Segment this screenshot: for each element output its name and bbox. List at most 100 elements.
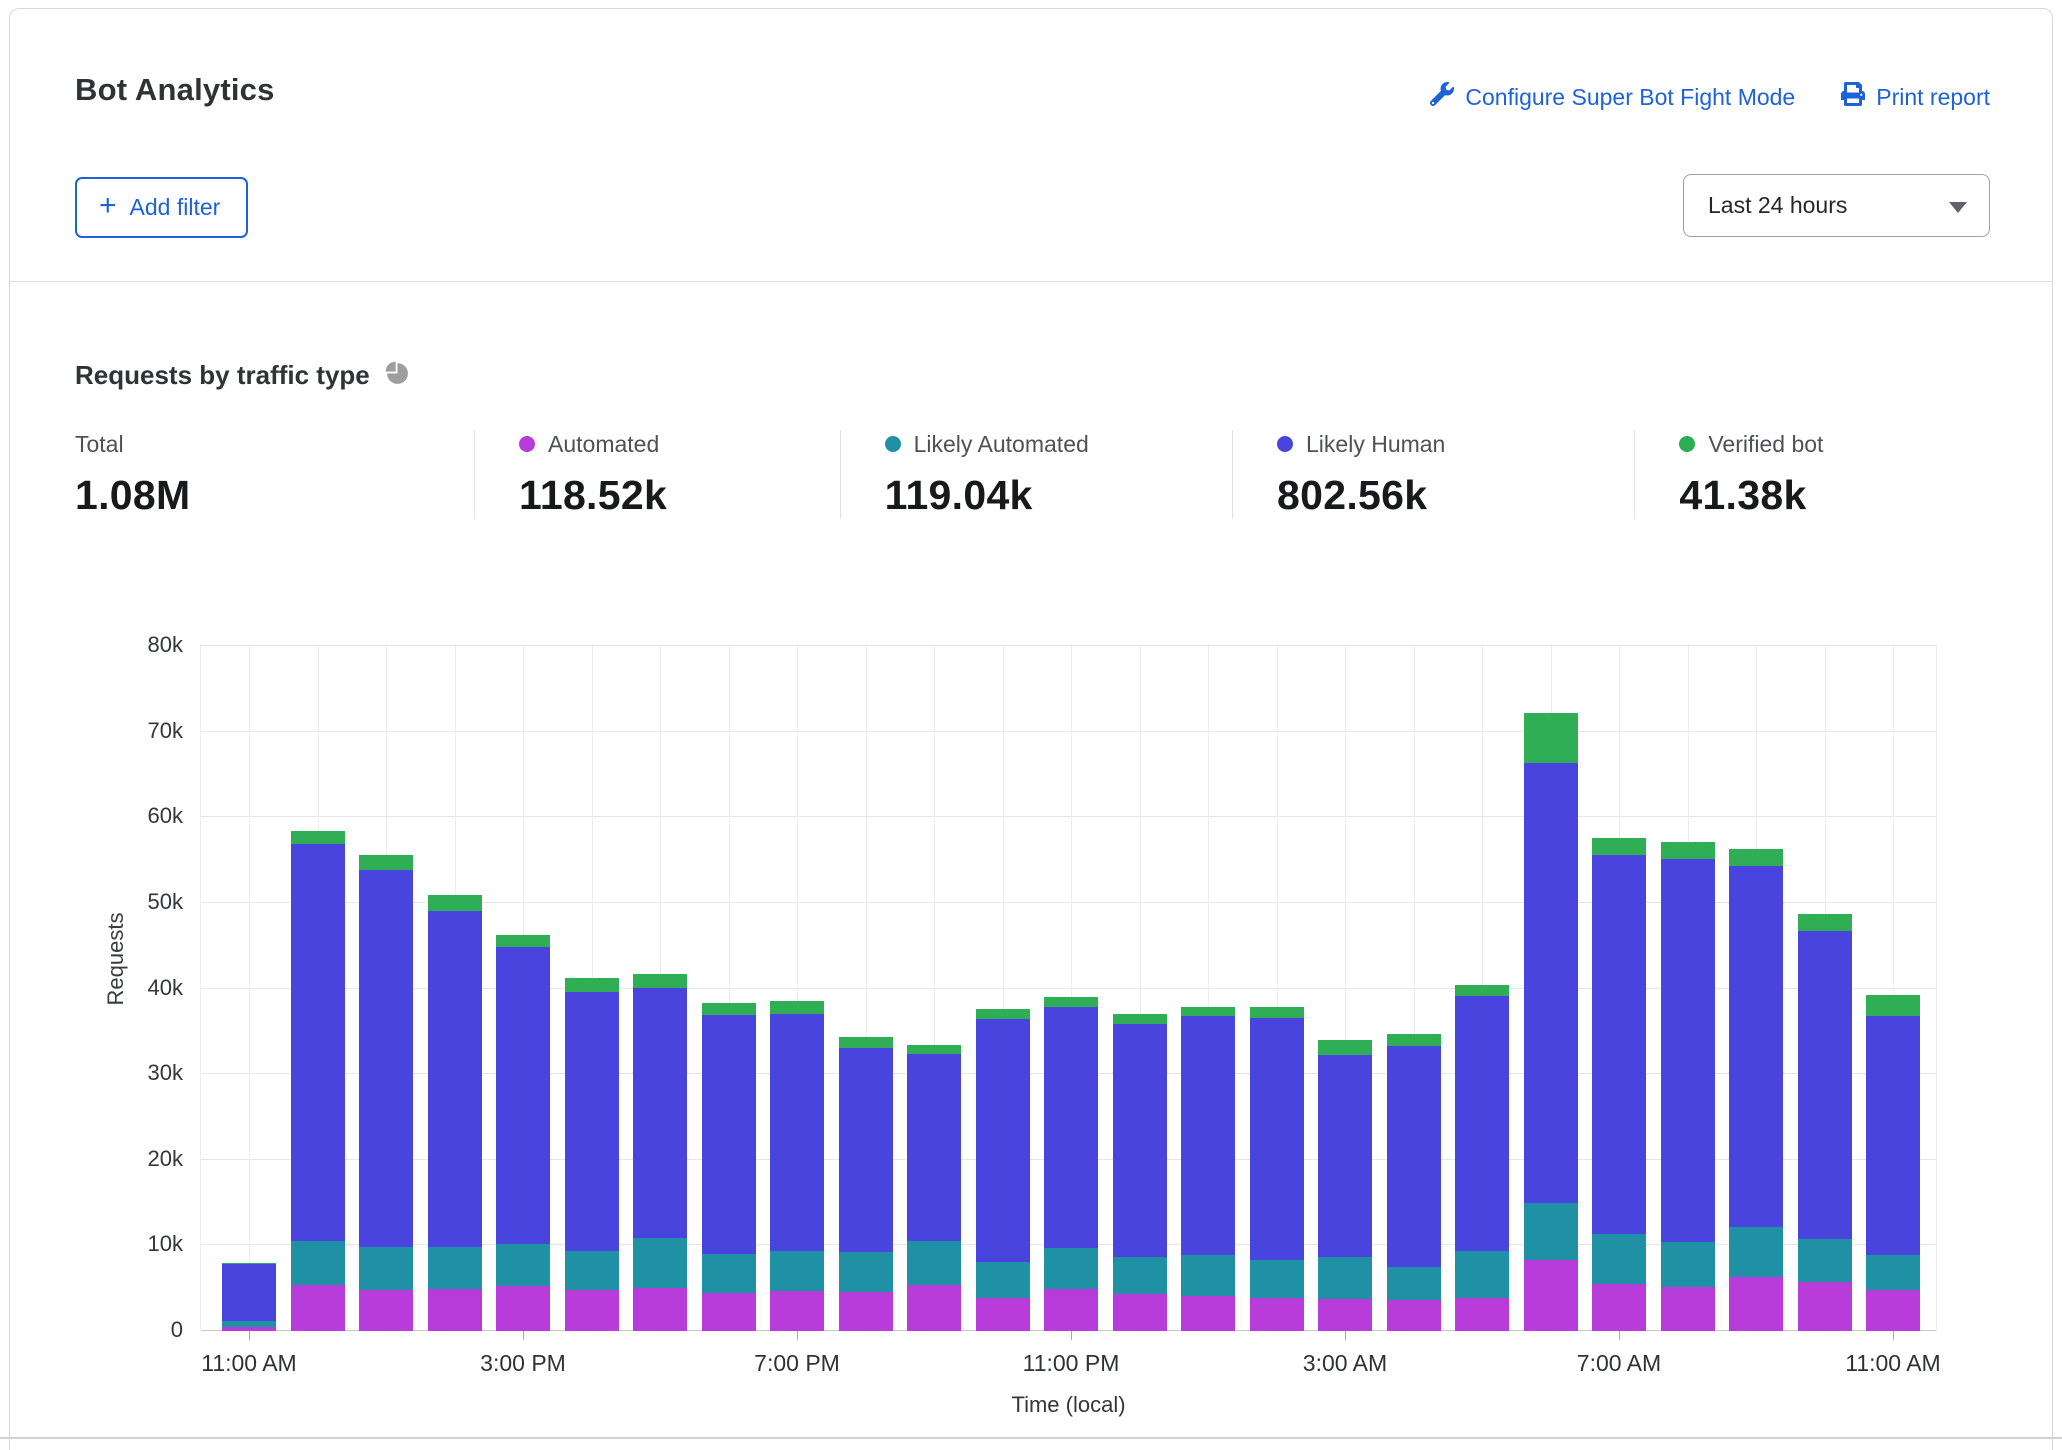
stacked-bar-9-00-pm[interactable] — [907, 1045, 961, 1331]
bar-segment-automated — [291, 1285, 345, 1331]
stat-value: 1.08M — [75, 472, 464, 519]
bar-segment-automated — [1592, 1284, 1646, 1331]
bar-segment-likely-automated — [1250, 1260, 1304, 1299]
stat-value: 119.04k — [885, 472, 1222, 519]
stacked-bar-9-00-am[interactable] — [1729, 849, 1783, 1331]
bar-segment-automated — [496, 1286, 550, 1331]
bar-segment-likely-automated — [496, 1244, 550, 1286]
stacked-bar-12-00-pm[interactable] — [291, 831, 345, 1331]
bar-segment-automated — [359, 1290, 413, 1331]
x-axis-tick-mark — [1619, 1331, 1620, 1340]
y-axis-tick-label: 30k — [63, 1060, 183, 1086]
stacked-bar-7-00-am[interactable] — [1592, 838, 1646, 1331]
print-report-link[interactable]: Print report — [1841, 82, 1990, 112]
stacked-bar-11-00-pm[interactable] — [1044, 997, 1098, 1331]
stacked-bar-2-00-pm[interactable] — [428, 895, 482, 1331]
stacked-bar-10-00-am[interactable] — [1798, 914, 1852, 1331]
stacked-bar-8-00-am[interactable] — [1661, 842, 1715, 1331]
configure-super-bot-fight-mode-link[interactable]: Configure Super Bot Fight Mode — [1430, 82, 1795, 112]
bar-segment-automated — [1318, 1299, 1372, 1331]
stacked-bar-11-00-am[interactable] — [222, 1263, 276, 1331]
add-filter-button[interactable]: + Add filter — [75, 177, 248, 238]
bar-segment-likely-human — [359, 870, 413, 1247]
stat-verified-bot[interactable]: Verified bot 41.38k — [1634, 430, 1992, 519]
stacked-bar-10-00-pm[interactable] — [976, 1009, 1030, 1331]
stacked-bar-4-00-pm[interactable] — [565, 978, 619, 1331]
legend-dot-icon — [885, 436, 901, 452]
stacked-bar-2-00-am[interactable] — [1250, 1007, 1304, 1332]
bar-segment-automated — [1866, 1290, 1920, 1331]
chevron-down-icon — [1949, 202, 1967, 213]
bar-segment-likely-automated — [1044, 1248, 1098, 1289]
stacked-bar-12-00-am[interactable] — [1113, 1014, 1167, 1331]
bar-segment-verified-bot — [770, 1001, 824, 1015]
y-axis-tick-label: 80k — [63, 632, 183, 658]
stacked-bar-6-00-am[interactable] — [1524, 713, 1578, 1331]
stat-likely-human[interactable]: Likely Human802.56k — [1232, 430, 1634, 519]
stat-automated[interactable]: Automated118.52k — [474, 430, 840, 519]
y-axis-tick-label: 40k — [63, 975, 183, 1001]
stat-likely-automated[interactable]: Likely Automated 119.04k — [840, 430, 1232, 519]
add-filter-label: Add filter — [130, 194, 221, 221]
stacked-bar-7-00-pm[interactable] — [770, 1001, 824, 1331]
header-actions: Configure Super Bot Fight Mode Print rep… — [1430, 82, 1990, 112]
stacked-bar-11-00-am[interactable] — [1866, 995, 1920, 1331]
printer-icon — [1841, 82, 1865, 112]
section-title-row: Requests by traffic type — [75, 360, 410, 391]
header-divider — [10, 281, 2052, 282]
bar-segment-likely-automated — [1592, 1234, 1646, 1284]
stacked-bar-3-00-am[interactable] — [1318, 1040, 1372, 1331]
bar-segment-automated — [702, 1293, 756, 1331]
bar-segment-likely-automated — [291, 1241, 345, 1285]
stacked-bar-6-00-pm[interactable] — [702, 1003, 756, 1331]
x-axis-tick-label: 3:00 PM — [423, 1350, 623, 1377]
bar-segment-likely-automated — [702, 1254, 756, 1293]
bar-segment-verified-bot — [1661, 842, 1715, 859]
x-axis-tick-label: 11:00 PM — [971, 1350, 1171, 1377]
bar-segment-likely-human — [1387, 1046, 1441, 1267]
bar-segment-automated — [1729, 1277, 1783, 1331]
gridline-vertical — [200, 646, 201, 1331]
y-axis-tick-label: 70k — [63, 718, 183, 744]
stacked-bar-5-00-pm[interactable] — [633, 974, 687, 1331]
bar-segment-likely-human — [1455, 996, 1509, 1250]
bar-segment-verified-bot — [1113, 1014, 1167, 1024]
bar-segment-verified-bot — [1181, 1007, 1235, 1016]
legend-dot-icon — [1277, 436, 1293, 452]
stacked-bar-3-00-pm[interactable] — [496, 935, 550, 1331]
stat-label: Likely Automated — [914, 431, 1089, 458]
bar-segment-automated — [1455, 1298, 1509, 1331]
y-axis-tick-label: 20k — [63, 1146, 183, 1172]
stat-value: 41.38k — [1679, 472, 1982, 519]
bar-segment-likely-human — [565, 992, 619, 1251]
stacked-bar-4-00-am[interactable] — [1387, 1034, 1441, 1331]
stat-value: 118.52k — [519, 472, 830, 519]
bar-segment-automated — [1798, 1282, 1852, 1331]
bar-segment-likely-human — [1661, 859, 1715, 1242]
bar-segment-automated — [1113, 1294, 1167, 1331]
stacked-bar-5-00-am[interactable] — [1455, 985, 1509, 1331]
x-axis-tick-label: 7:00 PM — [697, 1350, 897, 1377]
stacked-bar-1-00-am[interactable] — [1181, 1007, 1235, 1331]
stat-label-row: Likely Human — [1277, 430, 1624, 458]
y-axis-tick-label: 60k — [63, 803, 183, 829]
time-range-dropdown[interactable]: Last 24 hours — [1683, 174, 1990, 237]
bar-segment-likely-human — [1250, 1018, 1304, 1260]
stacked-bar-1-00-pm[interactable] — [359, 855, 413, 1331]
bar-segment-likely-automated — [1181, 1255, 1235, 1296]
bar-segment-likely-human — [496, 947, 550, 1243]
stat-label: Verified bot — [1708, 431, 1823, 458]
bar-segment-verified-bot — [1592, 838, 1646, 855]
stat-total[interactable]: Total1.08M — [75, 430, 474, 519]
pie-chart-icon — [385, 361, 410, 391]
gridline-horizontal — [200, 816, 1937, 817]
stat-label-row: Verified bot — [1679, 430, 1982, 458]
bar-segment-verified-bot — [1524, 713, 1578, 764]
bar-segment-likely-automated — [1113, 1257, 1167, 1294]
bar-segment-likely-automated — [633, 1238, 687, 1289]
bottom-section-divider — [0, 1437, 2062, 1439]
bar-segment-automated — [770, 1291, 824, 1331]
stacked-bar-8-00-pm[interactable] — [839, 1037, 893, 1331]
gridline-horizontal — [200, 731, 1937, 732]
bar-segment-verified-bot — [428, 895, 482, 911]
